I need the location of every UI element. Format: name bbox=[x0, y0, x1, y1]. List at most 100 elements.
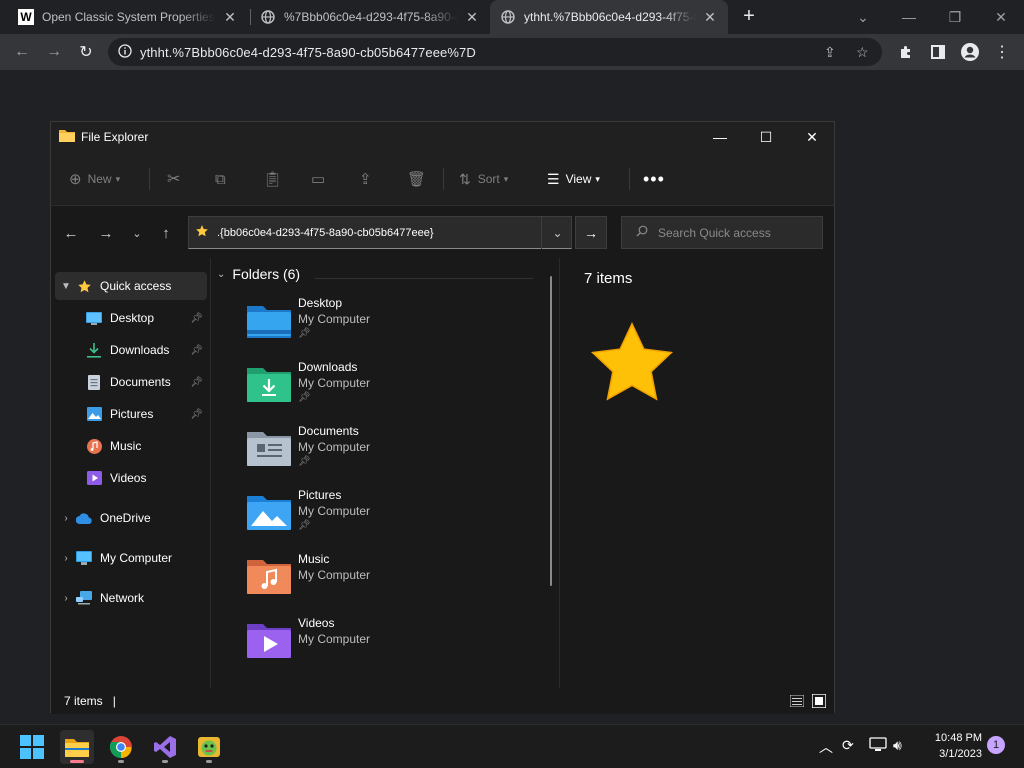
chevron-right-icon[interactable]: › bbox=[57, 553, 75, 564]
folder-tile-videos[interactable]: Videos My Computer bbox=[247, 616, 527, 676]
rename-icon[interactable]: ▭ bbox=[311, 166, 325, 192]
nav-label: Desktop bbox=[110, 311, 155, 325]
address-row: ← → ⌄ ↑ .{bb06c0e4-d293-4f75-8a90-cb05b6… bbox=[51, 206, 834, 258]
side-panel-icon[interactable] bbox=[924, 38, 952, 66]
folder-location: My Computer bbox=[298, 376, 371, 390]
maximize-button[interactable]: ☐ bbox=[743, 122, 789, 152]
nav-item-videos[interactable]: Videos bbox=[55, 464, 207, 492]
volume-icon[interactable]: 🔊︎ bbox=[893, 737, 902, 754]
see-more-icon[interactable]: ••• bbox=[643, 166, 665, 192]
close-tab-icon[interactable]: ✕ bbox=[464, 9, 480, 26]
explorer-address-bar[interactable]: .{bb06c0e4-d293-4f75-8a90-cb05b6477eee} bbox=[188, 216, 572, 249]
star-icon bbox=[75, 278, 93, 294]
search-box[interactable]: Search Quick access bbox=[621, 216, 823, 249]
forward-arrow-icon[interactable]: → bbox=[95, 222, 117, 244]
documents-folder-icon bbox=[247, 428, 291, 468]
network-icon[interactable] bbox=[869, 737, 887, 755]
new-button[interactable]: ⊕ New ▾ bbox=[69, 166, 120, 192]
app-taskbar-icon[interactable] bbox=[192, 730, 226, 764]
content-pane: ⌄ Folders (6) Desktop My Computer 📌︎ Dow… bbox=[210, 258, 555, 688]
nav-item-my-computer[interactable]: › My Computer bbox=[55, 544, 207, 572]
file-explorer-taskbar-icon[interactable] bbox=[60, 730, 94, 764]
back-arrow-icon[interactable]: ← bbox=[60, 222, 82, 244]
folder-tile-desktop[interactable]: Desktop My Computer 📌︎ bbox=[247, 296, 527, 356]
copy-icon[interactable]: ⧉ bbox=[215, 166, 226, 192]
tab-title: Open Classic System Properties i bbox=[42, 10, 216, 24]
folder-tile-downloads[interactable]: Downloads My Computer 📌︎ bbox=[247, 360, 527, 420]
sync-icon[interactable]: ⟳ bbox=[842, 737, 854, 754]
nav-label: Videos bbox=[110, 471, 147, 485]
nav-item-network[interactable]: › Network bbox=[55, 584, 207, 612]
close-browser-button[interactable]: ✕ bbox=[978, 0, 1024, 34]
go-arrow-icon[interactable]: → bbox=[575, 216, 607, 249]
chevron-right-icon[interactable]: › bbox=[57, 513, 75, 524]
status-bar: 7 items | bbox=[51, 688, 834, 714]
browser-tab-3[interactable]: ythht.%7Bbb06c0e4-d293-4f75-8 ✕ bbox=[490, 0, 728, 34]
minimize-browser-button[interactable]: — bbox=[886, 0, 932, 34]
nav-item-music[interactable]: Music bbox=[55, 432, 207, 460]
tab-search-chevron-icon[interactable]: ⌄ bbox=[840, 0, 886, 34]
paste-icon[interactable]: 📋︎ bbox=[263, 166, 282, 192]
taskbar-clock[interactable]: 10:48 PM 3/1/2023 bbox=[924, 730, 982, 762]
downloads-folder-icon bbox=[247, 364, 291, 404]
nav-item-desktop[interactable]: Desktop 📌︎ bbox=[55, 304, 207, 332]
reload-icon[interactable]: ↻ bbox=[72, 38, 100, 66]
extensions-puzzle-icon[interactable] bbox=[892, 38, 920, 66]
forward-arrow-icon[interactable]: → bbox=[40, 38, 68, 66]
nav-item-pictures[interactable]: Pictures 📌︎ bbox=[55, 400, 207, 428]
start-windows-icon[interactable] bbox=[15, 730, 49, 764]
quick-access-star-icon bbox=[586, 320, 678, 413]
pin-icon: 📌︎ bbox=[190, 408, 203, 420]
notification-badge[interactable]: 1 bbox=[987, 736, 1005, 754]
up-arrow-icon[interactable]: ↑ bbox=[155, 222, 177, 244]
chrome-taskbar-icon[interactable] bbox=[104, 730, 138, 764]
running-indicator bbox=[162, 760, 168, 763]
bookmark-star-icon[interactable]: ☆ bbox=[856, 44, 869, 61]
nav-label: Quick access bbox=[100, 279, 172, 293]
visual-studio-taskbar-icon[interactable] bbox=[148, 730, 182, 764]
minimize-button[interactable]: — bbox=[697, 122, 743, 152]
browser-tab-2[interactable]: %7Bbb06c0e4-d293-4f75-8a90-c ✕ bbox=[250, 0, 490, 34]
status-item-count: 7 items bbox=[64, 694, 103, 708]
divider bbox=[443, 168, 444, 190]
folder-tile-music[interactable]: Music My Computer bbox=[247, 552, 527, 612]
close-tab-icon[interactable]: ✕ bbox=[222, 9, 238, 26]
content-scrollbar[interactable] bbox=[550, 276, 552, 586]
view-button[interactable]: ☰ View ▾ bbox=[547, 166, 600, 192]
share-icon[interactable]: ⇪ bbox=[359, 166, 372, 192]
address-bar[interactable]: ythht.%7Bbb06c0e4-d293-4f75-8a90-cb05b64… bbox=[108, 38, 882, 66]
delete-icon[interactable]: 🗑︎ bbox=[407, 166, 426, 192]
recent-locations-chevron-icon[interactable]: ⌄ bbox=[126, 222, 148, 244]
browser-tab-1[interactable]: W Open Classic System Properties i ✕ bbox=[8, 0, 248, 34]
details-view-icon[interactable] bbox=[789, 693, 805, 709]
taskbar: ︿ ⟳ 🔊︎ 10:48 PM 3/1/2023 1 bbox=[0, 724, 1024, 768]
nav-item-documents[interactable]: Documents 📌︎ bbox=[55, 368, 207, 396]
sort-button[interactable]: ⇅ Sort ▾ bbox=[459, 166, 508, 192]
chevron-right-icon[interactable]: › bbox=[57, 593, 75, 604]
nav-item-onedrive[interactable]: › OneDrive bbox=[55, 504, 207, 532]
chevron-down-icon[interactable]: ▼ bbox=[57, 281, 75, 292]
info-icon[interactable] bbox=[118, 43, 132, 61]
folders-group-header[interactable]: ⌄ Folders (6) bbox=[217, 266, 300, 282]
network-icon bbox=[75, 590, 93, 606]
tab-title: %7Bbb06c0e4-d293-4f75-8a90-c bbox=[284, 10, 458, 24]
nav-item-downloads[interactable]: Downloads 📌︎ bbox=[55, 336, 207, 364]
videos-icon bbox=[85, 470, 103, 486]
back-arrow-icon[interactable]: ← bbox=[8, 38, 36, 66]
cut-icon[interactable]: ✂ bbox=[167, 166, 180, 192]
close-tab-icon[interactable]: ✕ bbox=[702, 9, 718, 26]
more-menu-icon[interactable]: ⋮ bbox=[988, 38, 1016, 66]
restore-browser-button[interactable]: ❐ bbox=[932, 0, 978, 34]
address-dropdown-icon[interactable]: ⌄ bbox=[541, 216, 573, 249]
close-button[interactable]: ✕ bbox=[789, 122, 835, 152]
new-tab-button[interactable]: + bbox=[737, 5, 761, 29]
show-hidden-icons-chevron-icon[interactable]: ︿ bbox=[819, 737, 833, 757]
tiles-view-icon[interactable] bbox=[811, 693, 827, 709]
folder-tile-documents[interactable]: Documents My Computer 📌︎ bbox=[247, 424, 527, 484]
globe-icon bbox=[500, 9, 516, 25]
share-icon[interactable]: ⇪ bbox=[824, 44, 836, 61]
profile-avatar-icon[interactable] bbox=[956, 38, 984, 66]
folder-name: Pictures bbox=[298, 488, 342, 502]
nav-item-quick-access[interactable]: ▼ Quick access bbox=[55, 272, 207, 300]
folder-tile-pictures[interactable]: Pictures My Computer 📌︎ bbox=[247, 488, 527, 548]
